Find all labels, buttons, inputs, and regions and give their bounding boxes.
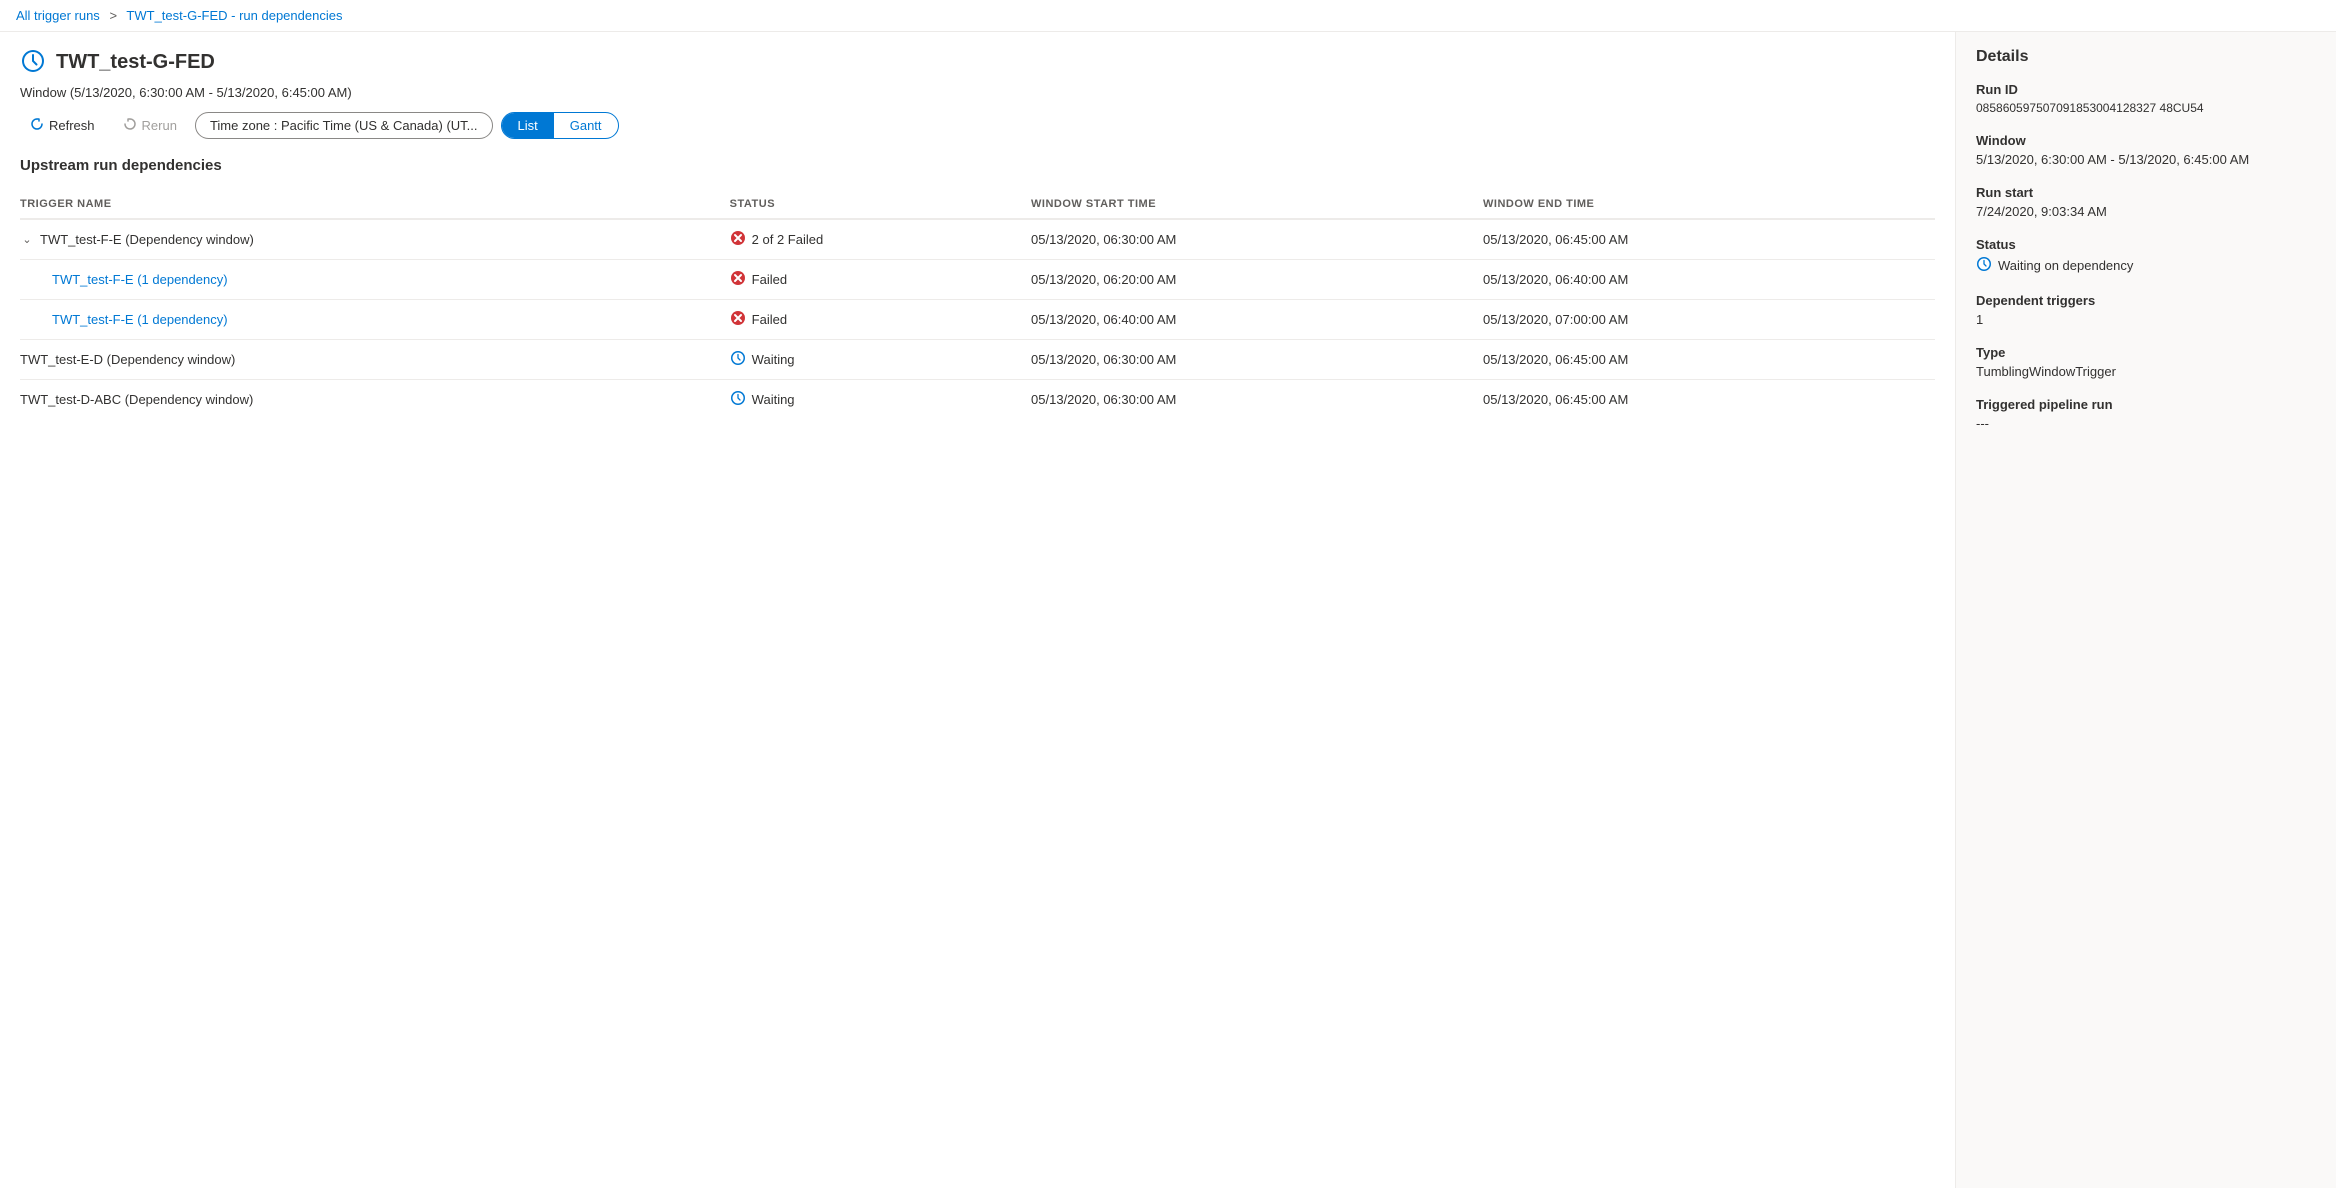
table-row: TWT_test-F-E (1 dependency) Failed 05/13/… (20, 300, 1935, 340)
trigger-name-cell: TWT_test-F-E (1 dependency) (20, 260, 730, 300)
timezone-label: Time zone : Pacific Time (US & Canada) (… (210, 118, 478, 133)
status-cell: Failed (730, 300, 1031, 340)
status-cell: Waiting (730, 340, 1031, 380)
run-id-value: 085860597507091853004128327 48CU54 (1976, 101, 2316, 115)
trigger-name: TWT_test-D-ABC (Dependency window) (20, 392, 253, 407)
waiting-icon (730, 390, 746, 409)
trigger-name-cell: TWT_test-D-ABC (Dependency window) (20, 380, 730, 420)
status-text: Failed (752, 312, 787, 327)
window-end-cell: 05/13/2020, 07:00:00 AM (1483, 300, 1935, 340)
trigger-link[interactable]: TWT_test-F-E (1 dependency) (52, 272, 228, 287)
triggered-pipeline-value: --- (1976, 416, 2316, 431)
status-group: Status Waiting on dependency (1976, 237, 2316, 275)
window-end-cell: 05/13/2020, 06:40:00 AM (1483, 260, 1935, 300)
refresh-label: Refresh (49, 118, 95, 133)
rerun-icon (123, 117, 137, 134)
type-group: Type TumblingWindowTrigger (1976, 345, 2316, 379)
details-title: Details (1976, 48, 2316, 66)
failed-icon (730, 270, 746, 289)
run-start-value: 7/24/2020, 9:03:34 AM (1976, 204, 2316, 219)
status-text: Waiting (752, 392, 795, 407)
breadcrumb-current: TWT_test-G-FED - run dependencies (126, 8, 342, 23)
header-clock-icon (20, 48, 46, 77)
col-window-start: WINDOW START TIME (1031, 190, 1483, 219)
table-row: TWT_test-E-D (Dependency window) Waiting… (20, 340, 1935, 380)
run-start-label: Run start (1976, 185, 2316, 200)
col-window-end: WINDOW END TIME (1483, 190, 1935, 219)
table-row: TWT_test-D-ABC (Dependency window) Waiti… (20, 380, 1935, 420)
toolbar: Refresh Rerun Time zone : Pacific Time (… (20, 112, 1935, 139)
rerun-button[interactable]: Rerun (113, 112, 187, 139)
gantt-view-button[interactable]: Gantt (554, 113, 618, 138)
window-start-cell: 05/13/2020, 06:30:00 AM (1031, 219, 1483, 260)
window-subtitle: Window (5/13/2020, 6:30:00 AM - 5/13/202… (20, 85, 1935, 100)
run-start-group: Run start 7/24/2020, 9:03:34 AM (1976, 185, 2316, 219)
type-value: TumblingWindowTrigger (1976, 364, 2316, 379)
status-cell: Waiting (730, 380, 1031, 420)
window-value: 5/13/2020, 6:30:00 AM - 5/13/2020, 6:45:… (1976, 152, 2316, 167)
rerun-label: Rerun (142, 118, 177, 133)
timezone-button[interactable]: Time zone : Pacific Time (US & Canada) (… (195, 112, 493, 139)
window-start-cell: 05/13/2020, 06:20:00 AM (1031, 260, 1483, 300)
page-header: TWT_test-G-FED (20, 48, 1935, 77)
section-title: Upstream run dependencies (20, 157, 1935, 174)
col-status: STATUS (730, 190, 1031, 219)
failed-icon (730, 310, 746, 329)
trigger-name-cell: ⌄ TWT_test-F-E (Dependency window) (20, 219, 730, 260)
status-clock-icon (1976, 256, 1992, 275)
status-cell: 2 of 2 Failed (730, 219, 1031, 260)
view-toggle: List Gantt (501, 112, 619, 139)
trigger-name-cell: TWT_test-F-E (1 dependency) (20, 300, 730, 340)
table-row: ⌄ TWT_test-F-E (Dependency window) 2 of 2… (20, 219, 1935, 260)
window-group: Window 5/13/2020, 6:30:00 AM - 5/13/2020… (1976, 133, 2316, 167)
status-label: Status (1976, 237, 2316, 252)
window-end-cell: 05/13/2020, 06:45:00 AM (1483, 219, 1935, 260)
failed-icon (730, 230, 746, 249)
right-panel: Details Run ID 0858605975070918530041283… (1956, 32, 2336, 1188)
window-end-cell: 05/13/2020, 06:45:00 AM (1483, 380, 1935, 420)
breadcrumb: All trigger runs > TWT_test-G-FED - run … (0, 0, 2336, 32)
left-panel: TWT_test-G-FED Window (5/13/2020, 6:30:0… (0, 32, 1956, 1188)
dependent-triggers-value: 1 (1976, 312, 2316, 327)
trigger-name: TWT_test-E-D (Dependency window) (20, 352, 235, 367)
page-title: TWT_test-G-FED (56, 51, 215, 74)
trigger-link[interactable]: TWT_test-F-E (1 dependency) (52, 312, 228, 327)
trigger-name-cell: TWT_test-E-D (Dependency window) (20, 340, 730, 380)
dependencies-table: TRIGGER NAME STATUS WINDOW START TIME WI… (20, 190, 1935, 419)
dependent-triggers-label: Dependent triggers (1976, 293, 2316, 308)
table-header-row: TRIGGER NAME STATUS WINDOW START TIME WI… (20, 190, 1935, 219)
run-id-label: Run ID (1976, 82, 2316, 97)
status-text: Waiting (752, 352, 795, 367)
window-start-cell: 05/13/2020, 06:40:00 AM (1031, 300, 1483, 340)
status-text: Failed (752, 272, 787, 287)
type-label: Type (1976, 345, 2316, 360)
list-view-button[interactable]: List (502, 113, 554, 138)
waiting-icon (730, 350, 746, 369)
refresh-button[interactable]: Refresh (20, 112, 105, 139)
refresh-icon (30, 117, 44, 134)
window-start-cell: 05/13/2020, 06:30:00 AM (1031, 380, 1483, 420)
col-trigger-name: TRIGGER NAME (20, 190, 730, 219)
triggered-pipeline-label: Triggered pipeline run (1976, 397, 2316, 412)
window-start-cell: 05/13/2020, 06:30:00 AM (1031, 340, 1483, 380)
table-row: TWT_test-F-E (1 dependency) Failed 05/13/… (20, 260, 1935, 300)
trigger-name: TWT_test-F-E (Dependency window) (40, 232, 254, 247)
status-cell: Failed (730, 260, 1031, 300)
window-label: Window (1976, 133, 2316, 148)
status-value-container: Waiting on dependency (1976, 256, 2316, 275)
dependent-triggers-group: Dependent triggers 1 (1976, 293, 2316, 327)
breadcrumb-separator: > (109, 8, 117, 23)
status-text: 2 of 2 Failed (752, 232, 824, 247)
run-id-group: Run ID 085860597507091853004128327 48CU5… (1976, 82, 2316, 115)
window-end-cell: 05/13/2020, 06:45:00 AM (1483, 340, 1935, 380)
chevron-icon: ⌄ (20, 233, 34, 247)
status-value: Waiting on dependency (1998, 258, 2133, 273)
breadcrumb-parent[interactable]: All trigger runs (16, 8, 100, 23)
triggered-pipeline-group: Triggered pipeline run --- (1976, 397, 2316, 431)
